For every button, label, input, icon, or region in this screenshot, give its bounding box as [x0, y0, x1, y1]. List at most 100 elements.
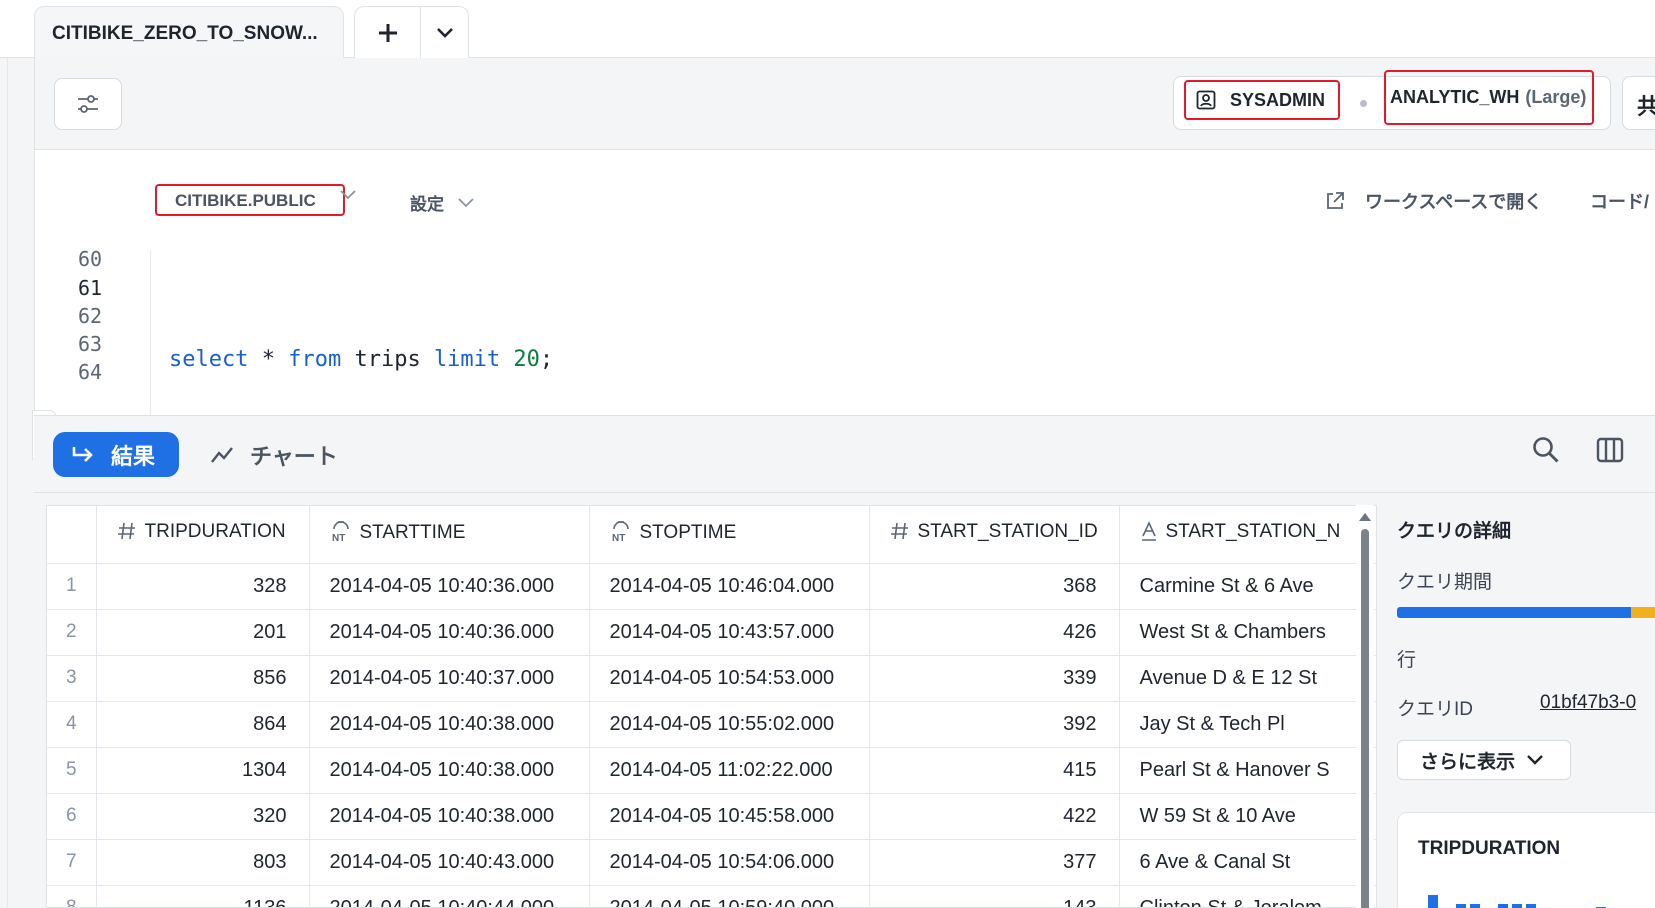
cell-start-station-id[interactable]: 368 — [869, 563, 1120, 610]
columns-icon[interactable] — [1596, 436, 1624, 464]
cell-start-station-id[interactable]: 377 — [869, 839, 1120, 886]
cell-start-station-id[interactable]: 143 — [869, 885, 1120, 907]
row-index[interactable]: 8 — [47, 885, 97, 907]
line-number: 62 — [78, 304, 103, 328]
row-index[interactable]: 4 — [47, 701, 97, 748]
row-index[interactable]: 2 — [47, 609, 97, 656]
rows-label: 行 — [1397, 650, 1417, 671]
table-row[interactable]: 8 1136 2014-04-05 10:40:44.000 2014-04-05 1… — [47, 885, 1376, 907]
separator-dot — [1360, 100, 1367, 107]
table-row[interactable]: 1 328 2014-04-05 10:40:36.000 2014-04-05 10… — [47, 563, 1376, 610]
tab-chart[interactable]: チャート — [210, 434, 338, 476]
column-header-index — [47, 506, 97, 564]
table-row[interactable]: 2 201 2014-04-05 10:40:36.000 2014-04-05 10… — [47, 609, 1376, 656]
cell-start-station-name[interactable]: Pearl St & Hanover S — [1119, 747, 1376, 794]
cell-start-station-name[interactable]: Avenue D & E 12 St — [1119, 655, 1376, 702]
filter-settings-button[interactable] — [54, 78, 122, 130]
cell-tripduration[interactable]: 1136 — [96, 885, 310, 907]
cell-start-station-name[interactable]: West St & Chambers — [1119, 609, 1376, 656]
cell-stoptime[interactable]: 2014-04-05 10:55:02.000 — [589, 701, 870, 748]
new-tab-button[interactable] — [355, 7, 421, 59]
gutter-divider — [150, 250, 151, 415]
column-header-tripduration[interactable]: TRIPDURATION — [96, 506, 310, 564]
search-icon[interactable] — [1532, 436, 1560, 464]
cell-start-station-name[interactable]: W 59 St & 10 Ave — [1119, 793, 1376, 840]
cell-stoptime[interactable]: 2014-04-05 10:45:58.000 — [589, 793, 870, 840]
code-version-button[interactable]: コード/ — [1590, 188, 1649, 214]
cell-starttime[interactable]: 2014-04-05 10:40:37.000 — [309, 655, 590, 702]
cell-tripduration[interactable]: 320 — [96, 793, 310, 840]
cell-start-station-id[interactable]: 392 — [869, 701, 1120, 748]
cell-start-station-name[interactable]: Jay St & Tech Pl — [1119, 701, 1376, 748]
column-stats-title: TRIPDURATION — [1418, 838, 1561, 859]
show-more-label: さらに表示 — [1420, 751, 1516, 773]
column-header-start-station-id[interactable]: START_STATION_ID — [869, 506, 1120, 564]
table-row[interactable]: 6 320 2014-04-05 10:40:38.000 2014-04-05 10… — [47, 793, 1376, 840]
column-header-starttime[interactable]: NT STARTTIME — [309, 506, 590, 564]
table-row[interactable]: 5 1304 2014-04-05 10:40:38.000 2014-04-05 1… — [47, 747, 1376, 794]
query-id-link[interactable]: 01bf47b3-0 — [1540, 692, 1636, 714]
cell-tripduration[interactable]: 803 — [96, 839, 310, 886]
row-index[interactable]: 3 — [47, 655, 97, 702]
cell-start-station-id[interactable]: 426 — [869, 609, 1120, 656]
cell-start-station-name[interactable]: Clinton St & Joralem — [1119, 885, 1376, 907]
cell-starttime[interactable]: 2014-04-05 10:40:38.000 — [309, 793, 590, 840]
cell-start-station-name[interactable]: Carmine St & 6 Ave — [1119, 563, 1376, 610]
cell-tripduration[interactable]: 201 — [96, 609, 310, 656]
cell-stoptime[interactable]: 2014-04-05 10:54:06.000 — [589, 839, 870, 886]
schema-selector[interactable]: CITIBIKE.PUBLIC — [155, 184, 345, 216]
show-more-button[interactable]: さらに表示 — [1397, 740, 1571, 780]
cell-start-station-id[interactable]: 422 — [869, 793, 1120, 840]
cell-stoptime[interactable]: 2014-04-05 10:46:04.000 — [589, 563, 870, 610]
cell-starttime[interactable]: 2014-04-05 10:40:43.000 — [309, 839, 590, 886]
cell-starttime[interactable]: 2014-04-05 10:40:38.000 — [309, 701, 590, 748]
column-header-label: START_STATION_ID — [917, 521, 1098, 543]
table-row[interactable]: 7 803 2014-04-05 10:40:43.000 2014-04-05 10… — [47, 839, 1376, 886]
cell-stoptime[interactable]: 2014-04-05 11:02:22.000 — [589, 747, 870, 794]
cell-stoptime[interactable]: 2014-04-05 10:59:40.000 — [589, 885, 870, 907]
settings-dropdown[interactable]: 設定 — [410, 190, 474, 215]
chevron-down-icon[interactable] — [340, 190, 356, 200]
column-histogram — [1428, 895, 1606, 908]
cell-starttime[interactable]: 2014-04-05 10:40:38.000 — [309, 747, 590, 794]
tab-worksheet[interactable]: CITIBIKE_ZERO_TO_SNOW... — [34, 6, 344, 59]
tab-menu-button[interactable] — [421, 7, 469, 59]
column-header-label: START_STATION_N — [1165, 521, 1341, 543]
cell-starttime[interactable]: 2014-04-05 10:40:36.000 — [309, 609, 590, 656]
table-scrollbar[interactable] — [1356, 505, 1374, 908]
warehouse-size: (Large) — [1525, 87, 1587, 107]
role-selector[interactable]: SYSADMIN — [1184, 80, 1340, 120]
histogram-bar — [1512, 904, 1522, 908]
scroll-up-icon[interactable] — [1359, 513, 1371, 521]
histogram-bar — [1498, 904, 1508, 908]
table-row[interactable]: 3 856 2014-04-05 10:40:37.000 2014-04-05 10… — [47, 655, 1376, 702]
column-header-start-station-name[interactable]: START_STATION_N — [1119, 506, 1376, 564]
column-stats-card[interactable]: TRIPDURATION — [1397, 812, 1655, 908]
cell-tripduration[interactable]: 864 — [96, 701, 310, 748]
row-index[interactable]: 1 — [47, 563, 97, 610]
share-label: 共 — [1637, 94, 1655, 119]
share-button[interactable]: 共 — [1622, 76, 1655, 130]
cell-tripduration[interactable]: 1304 — [96, 747, 310, 794]
column-header-stoptime[interactable]: NT STOPTIME — [589, 506, 870, 564]
cell-stoptime[interactable]: 2014-04-05 10:54:53.000 — [589, 655, 870, 702]
tab-results[interactable]: 結果 — [53, 432, 179, 477]
cell-start-station-name[interactable]: 6 Ave & Canal St — [1119, 839, 1376, 886]
row-index[interactable]: 6 — [47, 793, 97, 840]
table-row[interactable]: 4 864 2014-04-05 10:40:38.000 2014-04-05 10… — [47, 701, 1376, 748]
cell-start-station-id[interactable]: 415 — [869, 747, 1120, 794]
cell-starttime[interactable]: 2014-04-05 10:40:44.000 — [309, 885, 590, 907]
cell-stoptime[interactable]: 2014-04-05 10:43:57.000 — [589, 609, 870, 656]
cell-tripduration[interactable]: 856 — [96, 655, 310, 702]
row-index[interactable]: 5 — [47, 747, 97, 794]
row-index[interactable]: 7 — [47, 839, 97, 886]
cell-start-station-id[interactable]: 339 — [869, 655, 1120, 702]
open-in-workspace-button[interactable]: ワークスペースで開く — [1325, 188, 1542, 214]
line-number: 61 — [78, 276, 103, 300]
scrollbar-thumb[interactable] — [1361, 529, 1369, 908]
cell-starttime[interactable]: 2014-04-05 10:40:36.000 — [309, 563, 590, 610]
cell-tripduration[interactable]: 328 — [96, 563, 310, 610]
role-label: SYSADMIN — [1230, 89, 1326, 110]
code-line[interactable]: select * from trips limit 20; — [169, 347, 553, 372]
warehouse-selector[interactable]: ANALYTIC_WH (Large) — [1384, 70, 1594, 125]
